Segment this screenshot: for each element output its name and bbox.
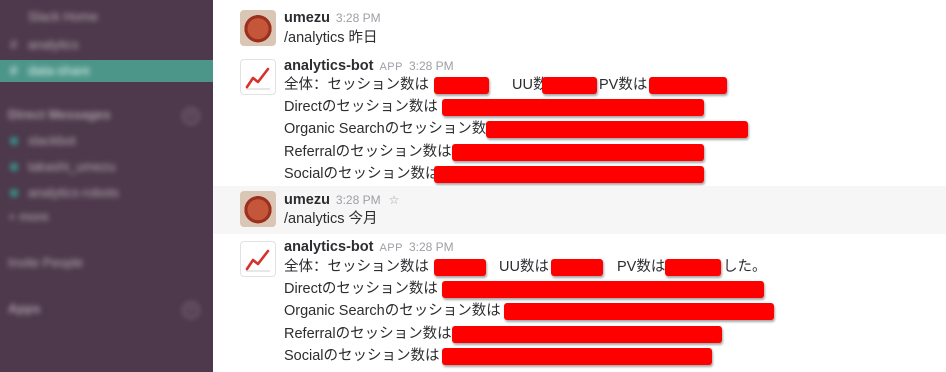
- sidebar-item-label: takashi_umezu: [28, 159, 116, 174]
- chart-trend-icon: [245, 249, 270, 272]
- sidebar-section-direct-messages[interactable]: Direct Messages +: [0, 104, 213, 126]
- message-text: した。: [723, 259, 767, 275]
- redaction-mark: [551, 259, 603, 276]
- redaction-mark: [452, 144, 704, 161]
- presence-icon: [10, 137, 18, 145]
- message-line: Directのセッション数は: [284, 278, 784, 300]
- user-avatar[interactable]: [240, 191, 276, 227]
- sidebar-dm-item[interactable]: slackbot: [0, 130, 213, 152]
- redaction-mark: [434, 77, 489, 94]
- message[interactable]: umezu 3:28 PM /analytics 昨日: [213, 0, 946, 52]
- workspace-sidebar: Slack Home # analytics # data-share Dire…: [0, 0, 213, 372]
- sidebar-section-title: Apps: [8, 301, 41, 316]
- message-text: Socialのセッション数は: [284, 348, 440, 364]
- bot-avatar[interactable]: [240, 59, 276, 95]
- message-line: 全体：セッション数は UU数は PV数は した。: [284, 256, 784, 278]
- sidebar-dm-item[interactable]: takashi_umezu: [0, 156, 213, 178]
- message-line: Referralのセッション数は: [284, 141, 744, 163]
- message-text: Referralのセッション数は: [284, 144, 452, 160]
- message-sender[interactable]: analytics-bot: [284, 239, 373, 255]
- message-line: Socialのセッション数は: [284, 163, 744, 185]
- redaction-mark: [442, 99, 704, 116]
- message-text: PV数は: [599, 77, 648, 93]
- sidebar-item-label: + more: [8, 209, 49, 224]
- add-app-icon[interactable]: +: [183, 302, 199, 318]
- sidebar-dm-item[interactable]: analytics-robots: [0, 182, 213, 204]
- message-line: Directのセッション数は: [284, 96, 744, 118]
- sidebar-item-label: Invite People: [8, 255, 84, 270]
- sidebar-item-label: analytics-robots: [28, 185, 120, 200]
- sidebar-channel-active[interactable]: # data-share: [0, 60, 213, 82]
- sidebar-item-label: slackbot: [28, 133, 76, 148]
- redaction-mark: [442, 348, 712, 365]
- message-text: PV数は: [617, 259, 666, 275]
- message-sender[interactable]: umezu: [284, 10, 330, 26]
- redaction-mark: [486, 121, 748, 138]
- message[interactable]: analytics-bot APP 3:28 PM 全体：セッション数は UU数は …: [213, 234, 946, 372]
- redaction-mark: [504, 303, 774, 320]
- message-timestamp[interactable]: 3:28 PM: [409, 240, 454, 254]
- message-text: /analytics 今月: [284, 211, 378, 227]
- app-badge: APP: [379, 61, 403, 73]
- redaction-mark: [452, 326, 722, 343]
- message-text: Organic Searchのセッション数: [284, 121, 487, 137]
- redaction-mark: [649, 77, 727, 94]
- sidebar-home-link[interactable]: Slack Home: [0, 6, 213, 28]
- message-line: Referralのセッション数は: [284, 323, 784, 345]
- message-text: /analytics 昨日: [284, 30, 378, 46]
- message[interactable]: umezu 3:28 PM ☆ /analytics 今月: [213, 186, 946, 234]
- message-sender[interactable]: umezu: [284, 192, 330, 208]
- bot-avatar[interactable]: [240, 241, 276, 277]
- message-pane: umezu 3:28 PM /analytics 昨日 analytics-bot…: [213, 0, 946, 372]
- message-text: 全体：セッション数は: [284, 259, 429, 275]
- message-line: Socialのセッション数は: [284, 345, 784, 367]
- redaction-mark: [434, 259, 486, 276]
- redaction-mark: [542, 77, 597, 94]
- message-timestamp[interactable]: 3:28 PM: [336, 193, 381, 207]
- star-icon[interactable]: ☆: [389, 193, 400, 207]
- message[interactable]: analytics-bot APP 3:28 PM 全体：セッション数は UU数は …: [213, 52, 946, 186]
- sidebar-more-link[interactable]: + more: [0, 206, 213, 228]
- message-text: Directのセッション数は: [284, 99, 438, 115]
- message-text: Directのセッション数は: [284, 281, 438, 297]
- sidebar-item-label: analytics: [28, 37, 79, 52]
- sidebar-item-label: data-share: [28, 63, 91, 78]
- chart-trend-icon: [245, 67, 270, 90]
- message-text: Organic Searchのセッション数は: [284, 303, 501, 319]
- message-text: Referralのセッション数は: [284, 326, 452, 342]
- hash-icon: #: [10, 37, 18, 52]
- add-dm-icon[interactable]: +: [183, 108, 199, 124]
- redaction-mark: [434, 166, 704, 183]
- sidebar-section-apps[interactable]: Apps +: [0, 298, 213, 320]
- message-text: Socialのセッション数は: [284, 166, 440, 182]
- message-text: UU数は: [499, 259, 549, 275]
- hash-icon: #: [10, 63, 18, 78]
- sidebar-section-title: Direct Messages: [8, 107, 111, 122]
- presence-icon: [10, 189, 18, 197]
- message-text: 全体：セッション数は: [284, 77, 429, 93]
- sidebar-item-label: Slack Home: [28, 9, 99, 24]
- message-timestamp[interactable]: 3:28 PM: [409, 59, 454, 73]
- message-line: 全体：セッション数は UU数は PV数は: [284, 74, 744, 96]
- sidebar-invite-link[interactable]: Invite People: [0, 252, 213, 274]
- message-line: Organic Searchのセッション数: [284, 118, 754, 140]
- redaction-mark: [665, 259, 721, 276]
- message-sender[interactable]: analytics-bot: [284, 58, 373, 74]
- message-line: Organic Searchのセッション数は: [284, 300, 784, 322]
- presence-icon: [10, 163, 18, 171]
- message-timestamp[interactable]: 3:28 PM: [336, 11, 381, 25]
- sidebar-channel-analytics[interactable]: # analytics: [0, 34, 213, 56]
- redaction-mark: [442, 281, 764, 298]
- user-avatar[interactable]: [240, 10, 276, 46]
- app-badge: APP: [379, 242, 403, 254]
